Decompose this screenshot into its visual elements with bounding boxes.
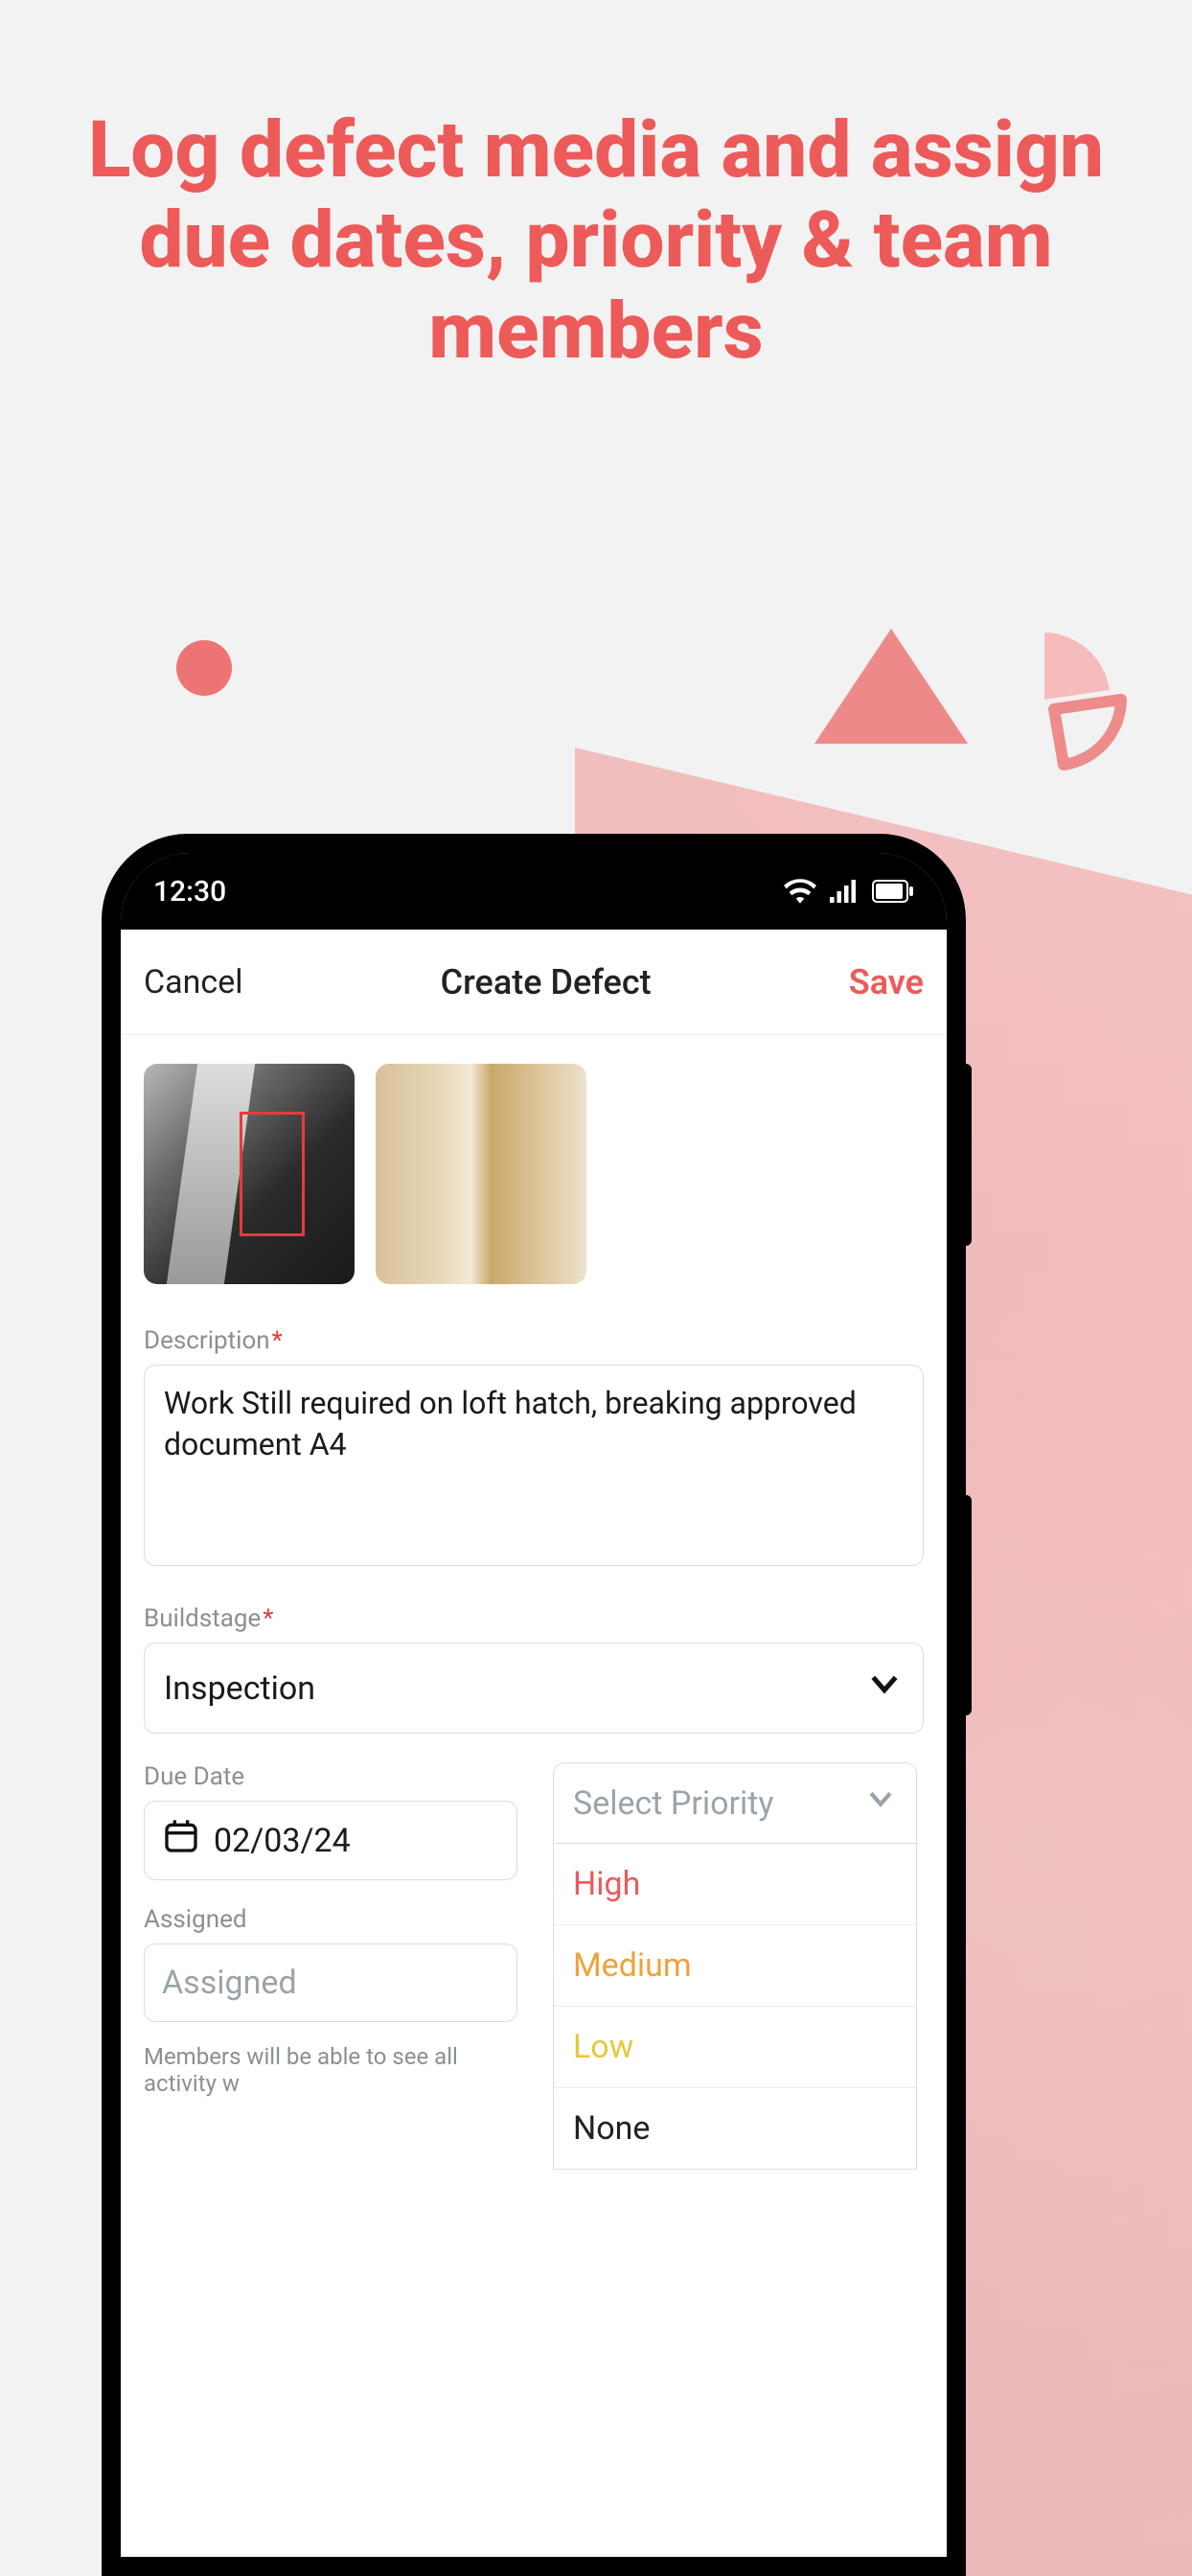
- decorative-dot-icon: [176, 640, 232, 696]
- assigned-label: Assigned: [144, 1905, 515, 1934]
- media-thumbnail[interactable]: [376, 1064, 586, 1284]
- priority-option-none[interactable]: None: [554, 2088, 916, 2169]
- label-text: Description: [144, 1326, 270, 1355]
- phone-screen: 12:30 Cancel Create Defect Save: [121, 853, 947, 2557]
- members-hint: Members will be able to see all activity…: [144, 2043, 515, 2097]
- annotation-box-icon: [240, 1112, 305, 1236]
- phone-frame: 12:30 Cancel Create Defect Save: [102, 834, 966, 2576]
- app-header: Cancel Create Defect Save: [121, 930, 947, 1035]
- label-text: Due Date: [144, 1762, 244, 1791]
- chevron-down-icon: [864, 1782, 897, 1824]
- save-button[interactable]: Save: [849, 962, 924, 1002]
- decorative-pie-icon: [968, 623, 1159, 818]
- media-thumbnails: [144, 1064, 924, 1284]
- label-text: Assigned: [144, 1905, 247, 1934]
- description-label: Description*: [144, 1326, 924, 1355]
- priority-option-low[interactable]: Low: [554, 2007, 916, 2088]
- priority-option-medium[interactable]: Medium: [554, 1925, 916, 2007]
- status-icons: [784, 879, 914, 904]
- buildstage-select[interactable]: Inspection: [144, 1643, 924, 1734]
- buildstage-label: Buildstage*: [144, 1604, 924, 1633]
- due-date-value: 02/03/24: [214, 1822, 351, 1860]
- wifi-icon: [784, 879, 816, 904]
- battery-icon: [872, 880, 914, 903]
- priority-menu: High Medium Low None: [553, 1844, 917, 2170]
- signal-icon: [830, 879, 859, 904]
- buildstage-value: Inspection: [164, 1669, 315, 1708]
- required-asterisk-icon: *: [263, 1604, 273, 1633]
- required-asterisk-icon: *: [272, 1326, 283, 1355]
- page-title: Create Defect: [441, 962, 652, 1002]
- marketing-headline: Log defect media and assign due dates, p…: [0, 105, 1192, 377]
- calendar-icon: [162, 1817, 200, 1864]
- priority-dropdown: Select Priority High Medium Low None: [553, 1762, 917, 2170]
- cancel-button[interactable]: Cancel: [144, 963, 243, 1001]
- decorative-triangle-icon: [814, 629, 968, 744]
- priority-option-high[interactable]: High: [554, 1844, 916, 1925]
- chevron-down-icon: [865, 1665, 904, 1712]
- priority-select[interactable]: Select Priority: [553, 1762, 917, 1844]
- form-content: Description* Work Still required on loft…: [121, 1035, 947, 2170]
- assigned-input[interactable]: Assigned: [144, 1944, 517, 2022]
- priority-placeholder: Select Priority: [573, 1784, 774, 1823]
- status-time: 12:30: [153, 875, 226, 908]
- media-thumbnail[interactable]: [144, 1064, 355, 1284]
- due-date-label: Due Date: [144, 1762, 515, 1791]
- status-bar: 12:30: [121, 853, 947, 930]
- label-text: Buildstage: [144, 1604, 261, 1633]
- due-date-input[interactable]: 02/03/24: [144, 1801, 517, 1880]
- description-input[interactable]: Work Still required on loft hatch, break…: [144, 1365, 924, 1566]
